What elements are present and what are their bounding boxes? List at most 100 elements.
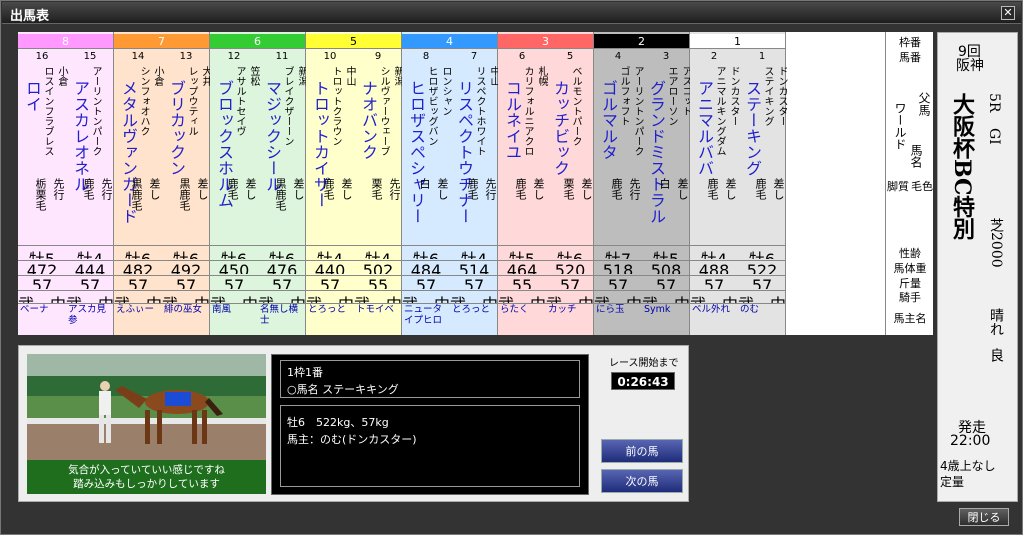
horse-name[interactable]: ブリカックン bbox=[164, 80, 188, 176]
horse-load: 57 bbox=[690, 275, 738, 289]
running-style: 差し bbox=[196, 178, 209, 200]
horse-weight: 518 bbox=[594, 260, 642, 274]
horse-weight: 492 bbox=[162, 260, 210, 274]
frame-number: 1 bbox=[690, 34, 785, 49]
horse-number[interactable]: 15 bbox=[66, 51, 114, 63]
horse-number[interactable]: 14 bbox=[114, 51, 162, 63]
horse-name[interactable]: ヒロザスペシャリー bbox=[404, 80, 428, 224]
label-rider: 騎手 bbox=[899, 291, 921, 304]
horse-sexage: 牡6 bbox=[114, 245, 162, 259]
horse-sexage: 牡6 bbox=[258, 245, 306, 259]
race-course: 阪神 bbox=[956, 58, 984, 74]
horse-load: 57 bbox=[594, 275, 642, 289]
horse-load: 55 bbox=[354, 275, 402, 289]
frame-column: 36カリフォルニアクロコルネイユ札幌差し鹿毛牡546455武一中らたく5ベルモン… bbox=[498, 32, 594, 335]
horse-name[interactable]: ナオバンク bbox=[356, 80, 380, 160]
coat-color: 栃栗毛 bbox=[34, 178, 47, 211]
horse-rider: 武一中 bbox=[162, 290, 210, 304]
horse-name[interactable]: ステーキング bbox=[740, 80, 764, 176]
close-icon[interactable]: ✕ bbox=[1001, 6, 1015, 20]
horse-load: 57 bbox=[642, 275, 690, 289]
running-style: 先行 bbox=[484, 178, 497, 200]
paddock-comment: 気合が入っていていい感じですね 踏み込みもしっかりしています bbox=[27, 460, 266, 494]
prev-horse-button[interactable]: 前の馬 bbox=[601, 439, 683, 463]
horse-weight: 508 bbox=[642, 260, 690, 274]
horse-weight: 476 bbox=[258, 260, 306, 274]
countdown-timer: 0:26:43 bbox=[611, 372, 675, 390]
selected-horse-name: ○馬名 ステーキキング bbox=[287, 383, 399, 396]
horse-weight: 484 bbox=[402, 260, 450, 274]
frame-column: 24ゴルフォフトゴルマルタアーリントンパーク先行鹿毛牡751857武一中にら玉3… bbox=[594, 32, 691, 335]
running-style: 差し bbox=[772, 178, 785, 200]
selected-horse-header: 1枠1番 ○馬名 ステーキキング bbox=[280, 360, 580, 398]
horse-load: 57 bbox=[258, 275, 306, 289]
frame-number: 4 bbox=[402, 34, 497, 49]
horse-name[interactable]: コルネイユ bbox=[500, 80, 524, 160]
horse-name[interactable]: ゴルマルタ bbox=[596, 80, 620, 160]
running-style: 先行 bbox=[388, 178, 401, 200]
horse-load: 57 bbox=[18, 275, 66, 289]
horse-number[interactable]: 10 bbox=[306, 51, 354, 63]
label-sexage: 性齢 bbox=[899, 247, 921, 260]
frame-column: 12アニマルキングダムアニマルババドンカスター差し鹿毛牡448857武一中ベル外… bbox=[690, 32, 787, 335]
horse-load: 57 bbox=[402, 275, 450, 289]
race-weather: 晴れ bbox=[988, 308, 1004, 336]
row-labels: 枠番 馬番 父馬 馬名 ワールド 脚質 毛色 性齢 馬体重 斤量 騎手 馬主名 bbox=[885, 32, 933, 335]
label-load: 斤量 bbox=[899, 277, 921, 290]
horse-number[interactable]: 6 bbox=[498, 51, 546, 63]
frame-number: 6 bbox=[210, 34, 305, 49]
horse-owner: 南風 bbox=[210, 303, 258, 333]
horse-number[interactable]: 3 bbox=[642, 51, 690, 63]
label-name: 馬名 bbox=[909, 144, 923, 168]
horse-name[interactable]: ロイ bbox=[20, 80, 44, 112]
horse-name[interactable]: アスカレオネル bbox=[68, 80, 92, 192]
horse-owner: 緋の巫女 bbox=[162, 303, 210, 333]
horse-name[interactable]: グランドミストラル bbox=[644, 80, 668, 224]
label-horse-no: 馬番 bbox=[899, 51, 921, 64]
coat-color: 黒鹿毛 bbox=[274, 178, 287, 211]
label-coat: 毛色 bbox=[911, 180, 933, 193]
horse-rider: 武一中 bbox=[546, 290, 594, 304]
horse-number[interactable]: 2 bbox=[690, 51, 738, 63]
horse-number[interactable]: 7 bbox=[450, 51, 498, 63]
horse-number[interactable]: 8 bbox=[402, 51, 450, 63]
race-card-table: 816ロスインフラブレスロイ小倉先行栃栗毛牡547257武一中ベーナ15アーリン… bbox=[18, 32, 933, 335]
horse-region: 中山 bbox=[344, 66, 355, 86]
selected-horse-details: 牡6 522kg、57kg 馬主：のむ(ドンカスター) bbox=[280, 405, 580, 487]
horse-name[interactable]: カッチビック bbox=[548, 80, 572, 176]
horse-weight: 450 bbox=[210, 260, 258, 274]
coat-color: 鹿毛 bbox=[226, 178, 239, 200]
frame-column: 612アサルトセイヴブロックスホルム笠松差し鹿毛牡645057武一中南風11ブレ… bbox=[210, 32, 307, 335]
horse-region: ドンカスター bbox=[776, 66, 787, 126]
running-style: 差し bbox=[676, 178, 689, 200]
horse-name[interactable]: アニマルババ bbox=[692, 80, 716, 176]
label-owner: 馬主名 bbox=[893, 312, 927, 325]
horse-number[interactable]: 9 bbox=[354, 51, 402, 63]
window: 出馬表 ✕ 816ロスインフラブレスロイ小倉先行栃栗毛牡547257武一中ベーナ… bbox=[0, 0, 1023, 535]
title-bar: 出馬表 ✕ bbox=[2, 2, 1021, 24]
horse-number[interactable]: 11 bbox=[258, 51, 306, 63]
horse-number[interactable]: 13 bbox=[162, 51, 210, 63]
horse-number[interactable]: 1 bbox=[738, 51, 786, 63]
horse-number[interactable]: 16 bbox=[18, 51, 66, 63]
next-horse-button[interactable]: 次の馬 bbox=[601, 469, 683, 493]
race-name: 大阪杯BC特別 bbox=[949, 93, 975, 240]
horse-name[interactable]: マジックシール bbox=[260, 80, 284, 192]
selected-frame-number: 1枠1番 bbox=[287, 366, 323, 379]
horse-sexage: 牡6 bbox=[738, 245, 786, 259]
horse-number[interactable]: 12 bbox=[210, 51, 258, 63]
horse-weight: 464 bbox=[498, 260, 546, 274]
coat-color: 鹿毛 bbox=[322, 178, 335, 200]
running-style: 先行 bbox=[628, 178, 641, 200]
coat-color: 鹿毛 bbox=[82, 178, 95, 200]
horse-name[interactable]: リスペクトウチナー bbox=[452, 80, 476, 224]
close-button[interactable]: 閉じる bbox=[959, 508, 1009, 526]
horse-number[interactable]: 4 bbox=[594, 51, 642, 63]
horse-load: 57 bbox=[306, 275, 354, 289]
horse-number[interactable]: 5 bbox=[546, 51, 594, 63]
horse-region: ドンカスター bbox=[728, 66, 739, 126]
horse-load: 57 bbox=[210, 275, 258, 289]
frame-column: 714シンフォオハクメタルヴァンガード小倉差し黒鹿毛牡648257武一中えふぃー… bbox=[114, 32, 211, 335]
horse-rider: 武一中 bbox=[18, 290, 66, 304]
horse-sexage: 牡6 bbox=[402, 245, 450, 259]
